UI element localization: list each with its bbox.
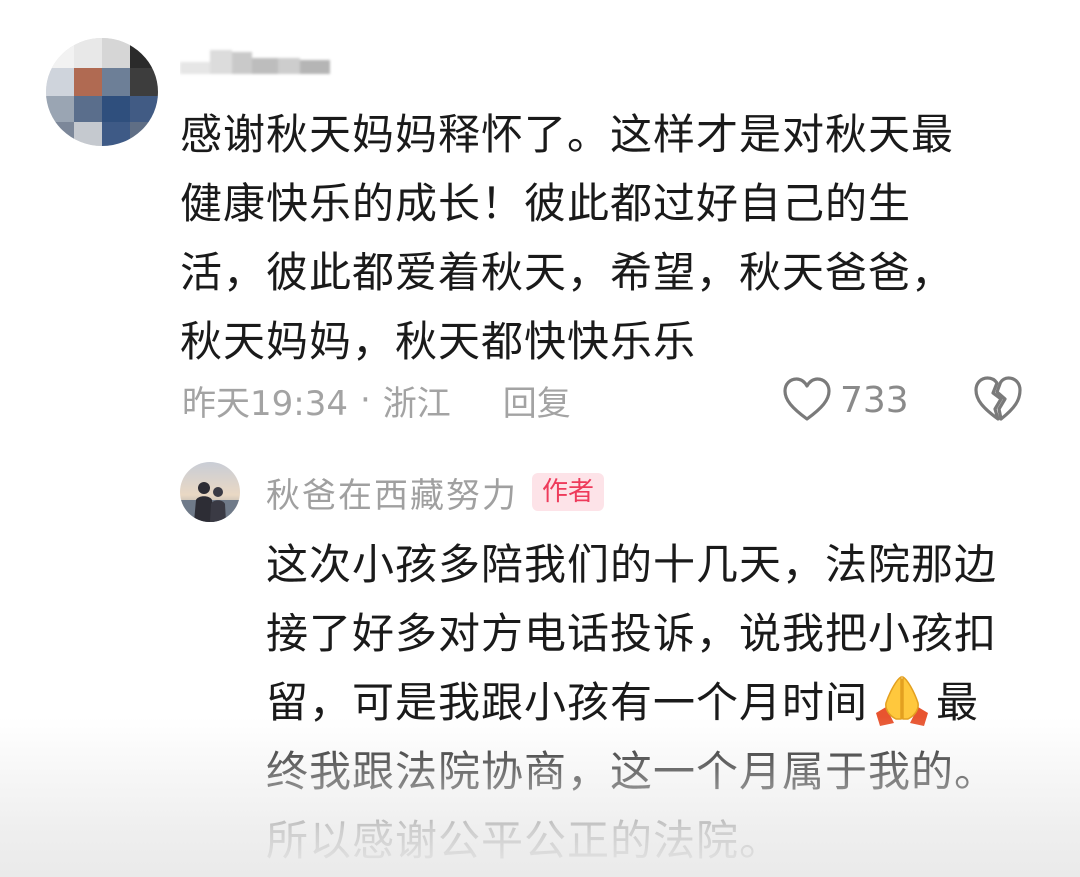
comment-line: 秋天妈妈，秋天都快快乐乐 — [180, 317, 697, 366]
comment-meta: 昨天19:34 · 浙江 回复 — [182, 376, 571, 424]
comment-location: 浙江 — [382, 383, 451, 424]
comment-line: 活，彼此都爱着秋天，希望，秋天爸爸， — [180, 248, 955, 297]
comment-text: 感谢秋天妈妈释怀了。这样才是对秋天最 健康快乐的成长！彼此都过好自己的生 活，彼… — [180, 100, 1040, 376]
author-avatar[interactable] — [180, 462, 240, 522]
commenter-avatar[interactable] — [46, 38, 158, 146]
dislike-button[interactable] — [972, 374, 1024, 424]
author-avatar-image — [180, 462, 240, 522]
avatar-mosaic — [46, 38, 74, 68]
reply-line: 终我跟法院协商，这一个月属于我的。 — [266, 747, 998, 796]
author-header: 秋爸在西藏努力 作者 — [266, 468, 605, 517]
heart-outline-icon — [782, 376, 832, 424]
like-button[interactable]: 733 — [782, 372, 909, 428]
reply-text: 这次小孩多陪我们的十几天，法院那边 接了好多对方电话投诉，说我把小孩扣 留，可是… — [266, 530, 1056, 875]
reply-line: 这次小孩多陪我们的十几天，法院那边 — [266, 540, 998, 589]
reply-line: 接了好多对方电话投诉，说我把小孩扣 — [266, 609, 998, 658]
broken-heart-icon — [972, 374, 1024, 424]
author-username[interactable]: 秋爸在西藏努力 — [266, 468, 518, 517]
comment-screen: 感谢秋天妈妈释怀了。这样才是对秋天最 健康快乐的成长！彼此都过好自己的生 活，彼… — [0, 0, 1080, 877]
reply-line: 最 — [936, 678, 980, 727]
commenter-username-blurred[interactable] — [180, 46, 340, 82]
folded-hands-emoji — [872, 673, 932, 727]
meta-separator: · — [359, 380, 371, 420]
reply-button[interactable]: 回复 — [503, 376, 571, 425]
comment-line: 健康快乐的成长！彼此都过好自己的生 — [180, 179, 912, 228]
username-mosaic — [180, 46, 340, 82]
reply-line: 留，可是我跟小孩有一个月时间 — [266, 678, 869, 727]
author-badge: 作者 — [532, 473, 605, 511]
comment-line: 感谢秋天妈妈释怀了。这样才是对秋天最 — [180, 110, 955, 159]
like-count: 733 — [840, 379, 909, 421]
comment-time: 昨天19:34 — [182, 383, 348, 424]
reply-line: 所以感谢公平公正的法院。 — [266, 816, 783, 865]
